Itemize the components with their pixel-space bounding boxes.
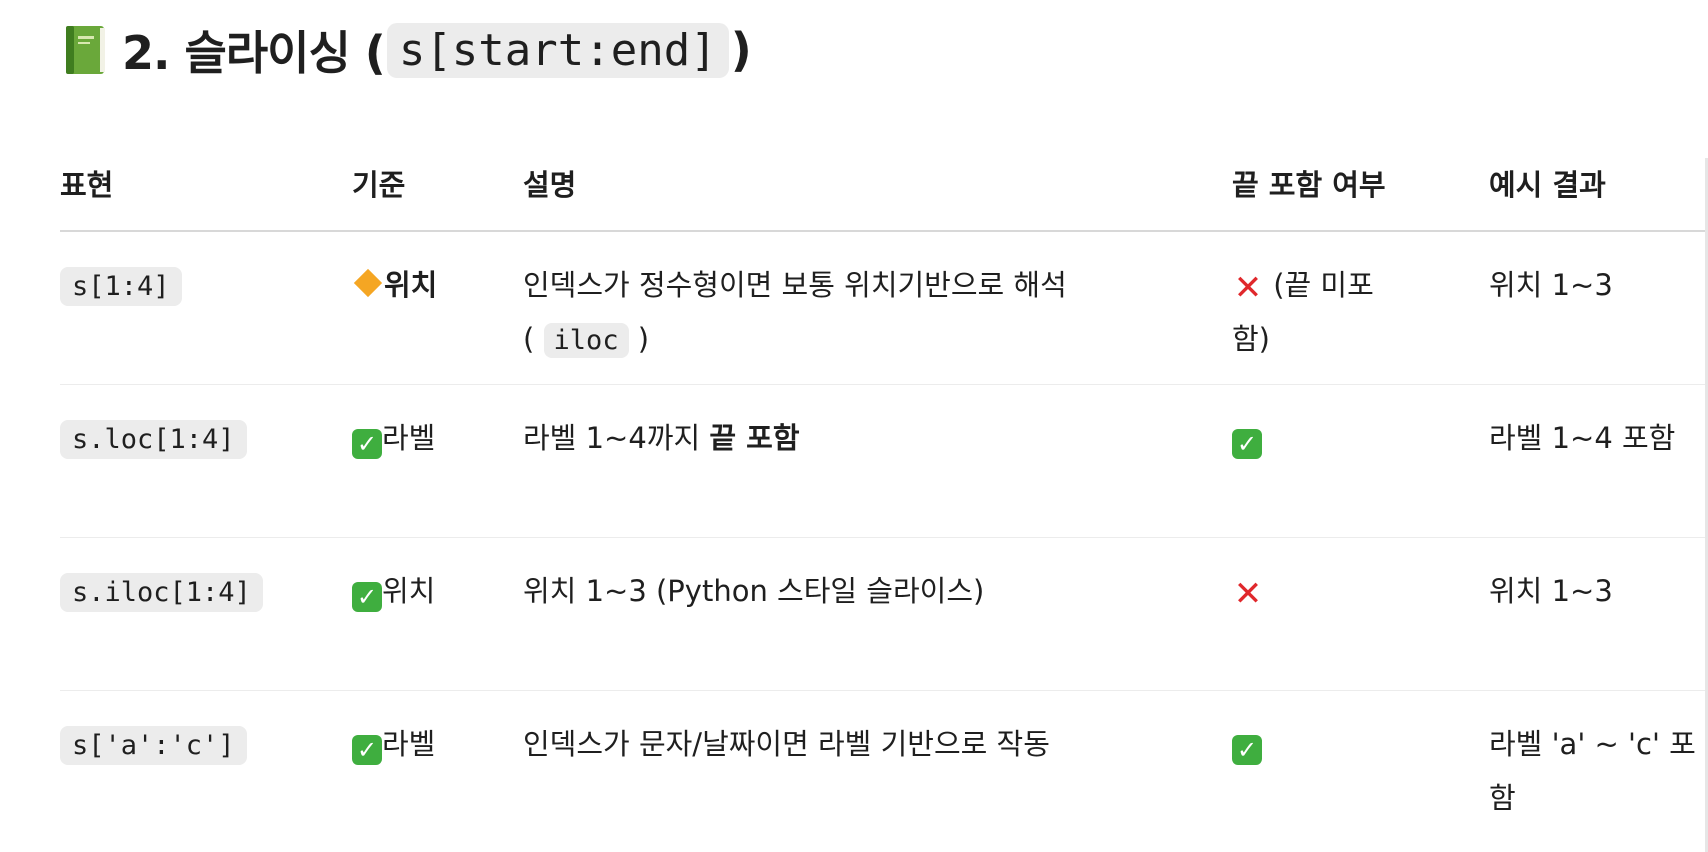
header-expression: 표현 — [60, 168, 114, 202]
section-heading: 2. 슬라이싱 ( s[start:end] ) — [64, 14, 752, 86]
description-code: iloc — [543, 323, 629, 358]
end-inclusion-cell: ✓ — [1232, 411, 1392, 465]
basis-cell: ✓ 라벨 — [352, 717, 444, 771]
description-bold-text: 끝 포함 — [709, 421, 800, 455]
header-description: 설명 — [523, 168, 577, 202]
example-result: 위치 1~3 — [1489, 268, 1613, 302]
description-paren-open: ( — [523, 322, 535, 356]
basis-label: 위치 — [382, 574, 436, 608]
table-row: s['a':'c'] ✓ 라벨 인덱스가 문자/날짜이면 라벨 기반으로 작동 ✓… — [60, 691, 1708, 843]
example-result: 라벨 1~4 포함 — [1489, 421, 1676, 455]
cross-mark-icon: ✕ — [1233, 268, 1263, 308]
expression-code: s['a':'c'] — [60, 726, 247, 765]
check-mark-button-icon: ✓ — [352, 429, 382, 459]
description-paren-close: ) — [637, 322, 650, 356]
check-mark-button-icon: ✓ — [352, 735, 382, 765]
slicing-table: 표현 기준 설명 끝 포함 여부 예시 결과 s[1:4] 위치 인덱스가 정수… — [60, 140, 1708, 843]
orange-diamond-icon — [353, 268, 383, 298]
cross-mark-icon: ✕ — [1233, 574, 1263, 614]
header-example-result: 예시 결과 — [1489, 168, 1606, 202]
table-header-row: 표현 기준 설명 끝 포함 여부 예시 결과 — [60, 140, 1708, 232]
table-row: s.iloc[1:4] ✓ 위치 위치 1~3 (Python 스타일 슬라이스)… — [60, 538, 1708, 691]
description-cell: 라벨 1~4까지 끝 포함 — [523, 411, 1103, 465]
example-result: 라벨 'a' ~ 'c' 포함 — [1489, 727, 1696, 815]
header-basis: 기준 — [352, 168, 406, 202]
table-row: s[1:4] 위치 인덱스가 정수형이면 보통 위치기반으로 해석 ( iloc… — [60, 232, 1708, 385]
header-end-inclusion: 끝 포함 여부 — [1232, 168, 1386, 202]
heading-code: s[start:end] — [386, 22, 729, 78]
example-result: 위치 1~3 — [1489, 574, 1613, 608]
table-row: s.loc[1:4] ✓ 라벨 라벨 1~4까지 끝 포함 ✓ 라벨 1~4 포함 — [60, 385, 1708, 538]
description-text: 인덱스가 문자/날짜이면 라벨 기반으로 작동 — [523, 727, 1050, 761]
heading-prefix: 2. 슬라이싱 ( — [122, 26, 386, 80]
description-text: 라벨 1~4까지 — [523, 421, 710, 455]
description-cell: 인덱스가 정수형이면 보통 위치기반으로 해석 ( iloc ) — [523, 258, 1103, 368]
basis-label: 라벨 — [382, 727, 436, 761]
end-inclusion-cell: ✓ — [1232, 717, 1392, 771]
expression-code: s.loc[1:4] — [60, 420, 247, 459]
check-mark-button-icon: ✓ — [1232, 429, 1262, 459]
basis-cell: 위치 — [352, 258, 444, 312]
green-book-icon — [66, 26, 105, 74]
heading-suffix: ) — [730, 23, 752, 77]
check-mark-button-icon: ✓ — [352, 582, 382, 612]
description-text: 위치 1~3 (Python 스타일 슬라이스) — [523, 574, 985, 608]
basis-cell: ✓ 위치 — [352, 564, 444, 618]
basis-label: 위치 — [384, 268, 438, 302]
basis-cell: ✓ 라벨 — [352, 411, 444, 465]
check-mark-button-icon: ✓ — [1232, 735, 1262, 765]
end-inclusion-cell: ✕ — [1232, 564, 1392, 618]
basis-label: 라벨 — [382, 421, 436, 455]
description-text: 인덱스가 정수형이면 보통 위치기반으로 해석 — [523, 268, 1067, 302]
expression-code: s.iloc[1:4] — [60, 573, 263, 612]
expression-code: s[1:4] — [60, 267, 182, 306]
end-inclusion-cell: ✕ (끝 미포함) — [1232, 258, 1392, 366]
